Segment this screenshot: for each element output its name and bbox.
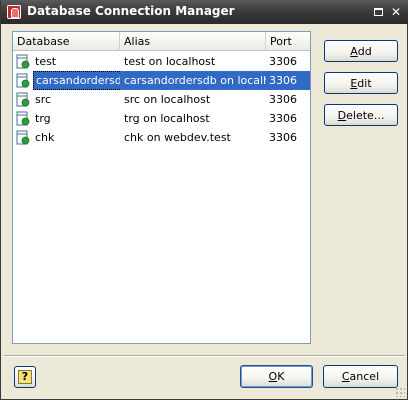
database-icon bbox=[16, 54, 30, 69]
ok-button[interactable]: OK bbox=[240, 365, 313, 388]
cancel-button-mnemonic: C bbox=[341, 370, 350, 383]
database-name: src bbox=[35, 93, 52, 106]
database-cell: chk bbox=[13, 128, 120, 147]
alias-cell: src on localhost bbox=[124, 93, 211, 106]
database-name: test bbox=[35, 55, 57, 68]
maximize-icon[interactable] bbox=[370, 4, 386, 20]
delete-button[interactable]: Delete... bbox=[324, 104, 398, 126]
close-icon[interactable]: ✕ bbox=[388, 4, 404, 20]
list-header: Database Alias Port bbox=[13, 32, 310, 51]
port-cell: 3306 bbox=[266, 71, 310, 90]
database-cell: src bbox=[13, 90, 120, 109]
database-name: carsandordersdb bbox=[33, 71, 120, 90]
table-row[interactable]: test test on localhost 3306 bbox=[13, 52, 310, 71]
alias-cell: carsandordersdb on localhost bbox=[120, 71, 266, 90]
port-cell: 3306 bbox=[269, 112, 297, 125]
database-name: trg bbox=[35, 112, 51, 125]
edit-button-label: dit bbox=[357, 76, 372, 90]
add-button-mnemonic: A bbox=[350, 44, 358, 58]
help-icon: ? bbox=[18, 370, 32, 384]
window-title: Database Connection Manager bbox=[27, 4, 235, 18]
database-name: chk bbox=[35, 131, 55, 144]
dialog-window: Database Connection Manager ✕ Database A… bbox=[0, 0, 408, 400]
database-icon bbox=[16, 111, 30, 126]
database-cell: trg bbox=[13, 109, 120, 128]
add-button-label: dd bbox=[357, 44, 372, 58]
column-header-database[interactable]: Database bbox=[13, 32, 120, 51]
edit-button-mnemonic: E bbox=[350, 76, 358, 90]
title-bar[interactable]: Database Connection Manager ✕ bbox=[1, 0, 408, 24]
separator bbox=[4, 355, 405, 357]
table-row[interactable]: trg trg on localhost 3306 bbox=[13, 109, 310, 128]
database-icon bbox=[16, 130, 30, 145]
column-header-alias[interactable]: Alias bbox=[120, 32, 266, 51]
column-header-port[interactable]: Port bbox=[266, 32, 310, 51]
app-icon bbox=[7, 5, 21, 19]
database-cell: test bbox=[13, 52, 120, 71]
connection-list[interactable]: Database Alias Port test test on localhos… bbox=[12, 31, 311, 344]
ok-button-label: K bbox=[277, 370, 285, 383]
delete-button-mnemonic: D bbox=[337, 108, 347, 122]
resize-grip[interactable] bbox=[395, 387, 405, 397]
ok-button-mnemonic: O bbox=[268, 370, 278, 383]
database-cell: carsandordersdb bbox=[13, 71, 120, 90]
port-cell: 3306 bbox=[269, 55, 297, 68]
cancel-button[interactable]: Cancel bbox=[323, 365, 398, 388]
edit-button[interactable]: Edit bbox=[324, 72, 398, 94]
help-button[interactable]: ? bbox=[14, 366, 36, 388]
delete-button-label: elete... bbox=[346, 108, 385, 122]
alias-cell: test on localhost bbox=[124, 55, 216, 68]
table-row[interactable]: chk chk on webdev.test 3306 bbox=[13, 128, 310, 147]
add-button[interactable]: Add bbox=[324, 40, 398, 62]
table-row[interactable]: carsandordersdbcarsandordersdb on localh… bbox=[13, 71, 310, 90]
port-cell: 3306 bbox=[269, 131, 297, 144]
cancel-button-label: ancel bbox=[349, 370, 380, 383]
database-icon bbox=[16, 92, 30, 107]
table-row[interactable]: src src on localhost 3306 bbox=[13, 90, 310, 109]
alias-cell: chk on webdev.test bbox=[124, 131, 231, 144]
alias-cell: trg on localhost bbox=[124, 112, 210, 125]
port-cell: 3306 bbox=[269, 93, 297, 106]
database-icon bbox=[16, 73, 30, 88]
